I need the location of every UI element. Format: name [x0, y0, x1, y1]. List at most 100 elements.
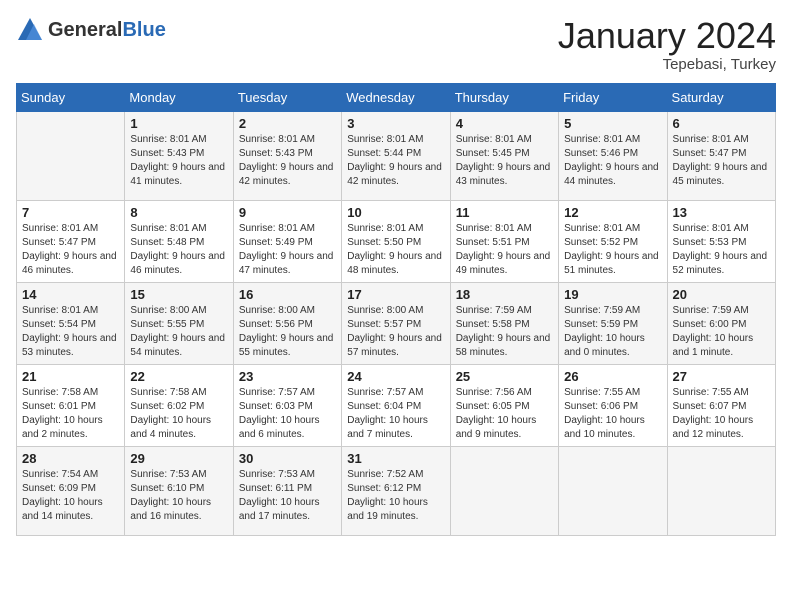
sunset-text: Sunset: 6:11 PM: [239, 482, 336, 496]
calendar-cell: 18 Sunrise: 7:59 AM Sunset: 5:58 PM Dayl…: [450, 282, 558, 364]
sunrise-text: Sunrise: 7:55 AM: [564, 386, 661, 400]
cell-info: Sunrise: 7:54 AM Sunset: 6:09 PM Dayligh…: [22, 468, 119, 524]
location: Tepebasi, Turkey: [558, 56, 776, 73]
sunset-text: Sunset: 6:01 PM: [22, 400, 119, 414]
sunrise-text: Sunrise: 8:01 AM: [130, 222, 227, 236]
sunset-text: Sunset: 5:47 PM: [673, 147, 770, 161]
cell-info: Sunrise: 8:01 AM Sunset: 5:43 PM Dayligh…: [130, 133, 227, 189]
sunset-text: Sunset: 5:59 PM: [564, 318, 661, 332]
page-header: GeneralBlue January 2024 Tepebasi, Turke…: [16, 16, 776, 73]
sunset-text: Sunset: 5:43 PM: [239, 147, 336, 161]
calendar-cell: 2 Sunrise: 8:01 AM Sunset: 5:43 PM Dayli…: [233, 111, 341, 200]
sunset-text: Sunset: 5:53 PM: [673, 236, 770, 250]
daylight-text: Daylight: 9 hours and 44 minutes.: [564, 161, 661, 189]
col-monday: Monday: [125, 83, 233, 111]
calendar-table: Sunday Monday Tuesday Wednesday Thursday…: [16, 83, 776, 536]
calendar-cell: 12 Sunrise: 8:01 AM Sunset: 5:52 PM Dayl…: [559, 200, 667, 282]
calendar-cell: 16 Sunrise: 8:00 AM Sunset: 5:56 PM Dayl…: [233, 282, 341, 364]
sunrise-text: Sunrise: 7:58 AM: [130, 386, 227, 400]
daylight-text: Daylight: 9 hours and 46 minutes.: [130, 250, 227, 278]
day-number: 2: [239, 116, 336, 131]
empty-cell: [673, 451, 770, 531]
calendar-cell: 26 Sunrise: 7:55 AM Sunset: 6:06 PM Dayl…: [559, 364, 667, 446]
day-number: 19: [564, 287, 661, 302]
daylight-text: Daylight: 9 hours and 57 minutes.: [347, 332, 444, 360]
sunset-text: Sunset: 6:03 PM: [239, 400, 336, 414]
cell-info: Sunrise: 7:56 AM Sunset: 6:05 PM Dayligh…: [456, 386, 553, 442]
sunset-text: Sunset: 6:07 PM: [673, 400, 770, 414]
sunset-text: Sunset: 6:00 PM: [673, 318, 770, 332]
daylight-text: Daylight: 10 hours and 7 minutes.: [347, 414, 444, 442]
day-number: 6: [673, 116, 770, 131]
calendar-cell: 21 Sunrise: 7:58 AM Sunset: 6:01 PM Dayl…: [17, 364, 125, 446]
sunset-text: Sunset: 5:43 PM: [130, 147, 227, 161]
daylight-text: Daylight: 9 hours and 43 minutes.: [456, 161, 553, 189]
daylight-text: Daylight: 9 hours and 41 minutes.: [130, 161, 227, 189]
sunrise-text: Sunrise: 7:59 AM: [673, 304, 770, 318]
daylight-text: Daylight: 9 hours and 51 minutes.: [564, 250, 661, 278]
daylight-text: Daylight: 9 hours and 48 minutes.: [347, 250, 444, 278]
sunset-text: Sunset: 5:51 PM: [456, 236, 553, 250]
cell-info: Sunrise: 7:53 AM Sunset: 6:11 PM Dayligh…: [239, 468, 336, 524]
day-number: 18: [456, 287, 553, 302]
empty-cell: [564, 451, 661, 531]
day-number: 17: [347, 287, 444, 302]
calendar-cell: 8 Sunrise: 8:01 AM Sunset: 5:48 PM Dayli…: [125, 200, 233, 282]
calendar-cell: 10 Sunrise: 8:01 AM Sunset: 5:50 PM Dayl…: [342, 200, 450, 282]
calendar-cell: 17 Sunrise: 8:00 AM Sunset: 5:57 PM Dayl…: [342, 282, 450, 364]
day-number: 15: [130, 287, 227, 302]
cell-info: Sunrise: 8:00 AM Sunset: 5:56 PM Dayligh…: [239, 304, 336, 360]
sunrise-text: Sunrise: 8:00 AM: [347, 304, 444, 318]
logo-blue: Blue: [122, 19, 165, 41]
daylight-text: Daylight: 9 hours and 53 minutes.: [22, 332, 119, 360]
cell-info: Sunrise: 7:59 AM Sunset: 5:58 PM Dayligh…: [456, 304, 553, 360]
day-number: 16: [239, 287, 336, 302]
sunrise-text: Sunrise: 7:54 AM: [22, 468, 119, 482]
calendar-week-row: 1 Sunrise: 8:01 AM Sunset: 5:43 PM Dayli…: [17, 111, 776, 200]
col-sunday: Sunday: [17, 83, 125, 111]
day-number: 25: [456, 369, 553, 384]
col-thursday: Thursday: [450, 83, 558, 111]
calendar-cell: [450, 446, 558, 535]
sunrise-text: Sunrise: 7:52 AM: [347, 468, 444, 482]
cell-info: Sunrise: 8:01 AM Sunset: 5:46 PM Dayligh…: [564, 133, 661, 189]
daylight-text: Daylight: 10 hours and 12 minutes.: [673, 414, 770, 442]
calendar-cell: 25 Sunrise: 7:56 AM Sunset: 6:05 PM Dayl…: [450, 364, 558, 446]
sunrise-text: Sunrise: 7:56 AM: [456, 386, 553, 400]
calendar-cell: 3 Sunrise: 8:01 AM Sunset: 5:44 PM Dayli…: [342, 111, 450, 200]
day-number: 26: [564, 369, 661, 384]
daylight-text: Daylight: 10 hours and 4 minutes.: [130, 414, 227, 442]
sunset-text: Sunset: 5:50 PM: [347, 236, 444, 250]
day-number: 10: [347, 205, 444, 220]
calendar-cell: 14 Sunrise: 8:01 AM Sunset: 5:54 PM Dayl…: [17, 282, 125, 364]
daylight-text: Daylight: 10 hours and 2 minutes.: [22, 414, 119, 442]
sunset-text: Sunset: 5:52 PM: [564, 236, 661, 250]
sunset-text: Sunset: 6:04 PM: [347, 400, 444, 414]
cell-info: Sunrise: 8:01 AM Sunset: 5:52 PM Dayligh…: [564, 222, 661, 278]
day-number: 4: [456, 116, 553, 131]
calendar-week-row: 7 Sunrise: 8:01 AM Sunset: 5:47 PM Dayli…: [17, 200, 776, 282]
general-blue-icon: [16, 16, 44, 44]
sunset-text: Sunset: 6:05 PM: [456, 400, 553, 414]
day-number: 31: [347, 451, 444, 466]
sunrise-text: Sunrise: 7:55 AM: [673, 386, 770, 400]
daylight-text: Daylight: 9 hours and 46 minutes.: [22, 250, 119, 278]
cell-info: Sunrise: 8:01 AM Sunset: 5:50 PM Dayligh…: [347, 222, 444, 278]
cell-info: Sunrise: 8:01 AM Sunset: 5:44 PM Dayligh…: [347, 133, 444, 189]
sunset-text: Sunset: 5:55 PM: [130, 318, 227, 332]
daylight-text: Daylight: 9 hours and 52 minutes.: [673, 250, 770, 278]
calendar-cell: 6 Sunrise: 8:01 AM Sunset: 5:47 PM Dayli…: [667, 111, 775, 200]
calendar-cell: 30 Sunrise: 7:53 AM Sunset: 6:11 PM Dayl…: [233, 446, 341, 535]
sunrise-text: Sunrise: 7:57 AM: [239, 386, 336, 400]
sunset-text: Sunset: 6:12 PM: [347, 482, 444, 496]
daylight-text: Daylight: 10 hours and 9 minutes.: [456, 414, 553, 442]
sunrise-text: Sunrise: 8:01 AM: [456, 133, 553, 147]
sunset-text: Sunset: 5:57 PM: [347, 318, 444, 332]
cell-info: Sunrise: 7:59 AM Sunset: 5:59 PM Dayligh…: [564, 304, 661, 360]
cell-info: Sunrise: 8:01 AM Sunset: 5:45 PM Dayligh…: [456, 133, 553, 189]
sunrise-text: Sunrise: 8:01 AM: [673, 222, 770, 236]
cell-info: Sunrise: 8:01 AM Sunset: 5:43 PM Dayligh…: [239, 133, 336, 189]
sunrise-text: Sunrise: 8:01 AM: [239, 133, 336, 147]
month-title: January 2024: [558, 16, 776, 56]
col-tuesday: Tuesday: [233, 83, 341, 111]
